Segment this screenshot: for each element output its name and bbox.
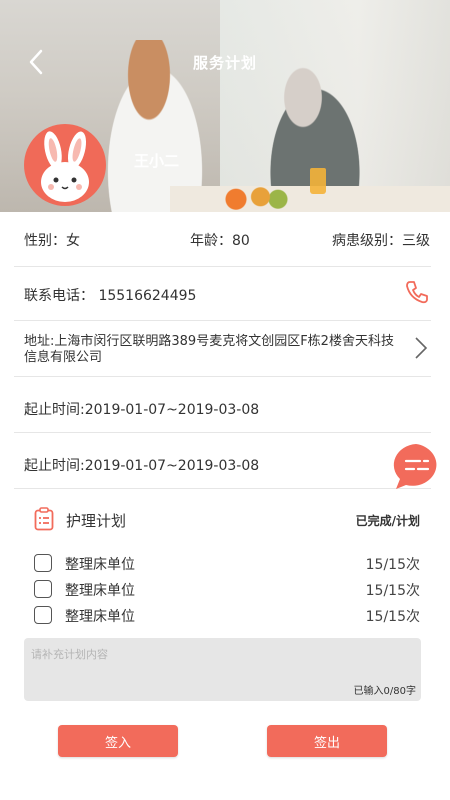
floating-menu-button[interactable]: [386, 441, 446, 491]
level-text: 病患级别：三级: [332, 233, 430, 249]
task-name: 整理床单位: [65, 557, 135, 573]
list-icon: [393, 444, 437, 489]
age-text: 年龄：80: [190, 233, 250, 249]
address-chevron[interactable]: [414, 336, 428, 364]
phone-icon: [406, 281, 428, 304]
checkbox-icon[interactable]: [34, 580, 52, 598]
task-name: 整理床单位: [65, 609, 135, 625]
date-range-text: 起止时间:2019-01-07~2019-03-08: [24, 458, 260, 474]
checkbox-icon[interactable]: [34, 606, 52, 624]
banner-juice: [310, 168, 326, 194]
task-count: 15/15次: [365, 583, 420, 599]
plan-title: 护理计划: [66, 512, 127, 530]
patient-basic-info: 性别：女 年龄：80 病患级别：三级: [0, 230, 450, 250]
task-name: 整理床单位: [65, 583, 135, 599]
clipboard-icon: [34, 507, 54, 531]
plan-notes-textarea[interactable]: 请补充计划内容 已输入0/80字: [24, 638, 421, 701]
task-item[interactable]: 整理床单位 15/15次: [34, 553, 424, 575]
gender-text: 性别：女: [24, 233, 80, 249]
address-text[interactable]: 地址:上海市闵行区联明路389号麦克将文创园区F栋2楼舍天科技信息有限公司: [24, 334, 404, 366]
phone-text: 联系电话： 15516624495: [24, 288, 197, 304]
notes-char-counter: 已输入0/80字: [353, 686, 416, 697]
divider: [14, 320, 431, 321]
divider: [14, 488, 431, 489]
task-item[interactable]: 整理床单位 15/15次: [34, 579, 424, 601]
task-item[interactable]: 整理床单位 15/15次: [34, 605, 424, 627]
task-count: 15/15次: [365, 609, 420, 625]
avatar: [24, 124, 106, 206]
plan-icon-wrap: [34, 507, 54, 535]
date-range-text: 起止时间:2019-01-07~2019-03-08: [24, 402, 260, 418]
task-count: 15/15次: [365, 557, 420, 573]
banner-fruit: [222, 186, 292, 210]
rabbit-avatar-icon: [41, 131, 89, 202]
sign-in-button[interactable]: 签入: [58, 725, 178, 757]
notes-placeholder: 请补充计划内容: [31, 648, 108, 661]
call-button[interactable]: [402, 277, 432, 311]
plan-status-label: 已完成/计划: [355, 514, 420, 528]
divider: [14, 266, 431, 267]
divider: [14, 376, 431, 377]
chevron-right-icon: [415, 337, 428, 359]
checkbox-icon[interactable]: [34, 554, 52, 572]
user-name: 王小二: [134, 152, 180, 170]
sign-out-button[interactable]: 签出: [267, 725, 387, 757]
divider: [14, 432, 431, 433]
page-title: 服务计划: [192, 54, 257, 72]
